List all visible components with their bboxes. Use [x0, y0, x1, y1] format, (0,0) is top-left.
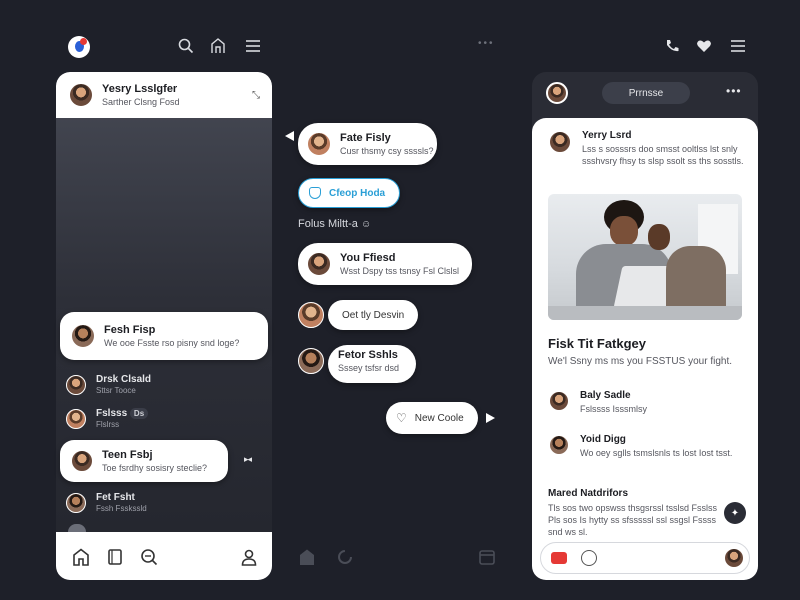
comment-name: Yoid Digg — [580, 434, 626, 445]
outside-avatar — [298, 348, 324, 374]
chat-bubble[interactable]: You Ffiesd Wsst Dspy tss tsnsy Fsl Clsls… — [298, 243, 472, 285]
bubble-tail — [285, 131, 294, 141]
list-item-sub: Fssh Fsskssld — [96, 504, 147, 513]
floating-action-button[interactable]: ✦ — [724, 502, 746, 524]
chat-search-nav-icon[interactable] — [140, 548, 158, 566]
author-avatar — [548, 130, 572, 154]
comment-avatar — [548, 434, 570, 456]
header-pill-button[interactable]: Prrnsse — [602, 82, 690, 104]
author-name: Yerry Lsrd — [582, 130, 632, 141]
composer-avatar[interactable] — [723, 547, 745, 569]
post-body: We'l Ssny ms ms you FSSTUS your fight. — [548, 356, 732, 367]
post-title: Fisk Tit Fatkgey — [548, 336, 647, 351]
list-avatar — [66, 374, 86, 395]
header-avatar[interactable] — [546, 82, 568, 104]
comment-text: Fslssss Isssmlsy — [580, 404, 647, 414]
sender-name: Fesh Fisp — [104, 324, 156, 336]
home-nav-icon[interactable] — [72, 548, 90, 566]
sender-name: Fate Fisly — [340, 132, 391, 144]
message-text: Cusr thsmy csy ssssls? — [340, 146, 434, 156]
header-pill-label: Prrnsse — [628, 87, 664, 99]
record-icon[interactable] — [581, 550, 597, 566]
chip-button[interactable]: Cfeop Hoda — [298, 178, 401, 208]
message-bubble-active[interactable]: Teen Fsbj Toe fsrdhy sosisry steclie? — [60, 440, 228, 482]
more-icon[interactable]: ••• — [726, 84, 742, 98]
list-item-name: Drsk Clsald — [96, 374, 152, 385]
feed-card: Yerry Lsrd Lss s sosssrs doo smsst ooltl… — [532, 118, 758, 580]
list-item[interactable]: Fslsss Ds Flslrss — [66, 408, 149, 429]
list-item-sub: Sttsr Tooce — [96, 386, 136, 395]
section-title: Mared Natdrifors — [548, 488, 629, 499]
profile-avatar — [68, 82, 94, 108]
message-bubble-main[interactable]: Fesh Fisp We ooe Fsste rso pisny snd log… — [60, 312, 268, 360]
chip-label: Cfeop Hoda — [329, 187, 386, 199]
post-author[interactable]: Yerry Lsrd Lss s sosssrs doo smsst ooltl… — [548, 130, 746, 167]
profile-nav-icon[interactable] — [240, 548, 258, 566]
home-nav-icon[interactable] — [298, 548, 316, 566]
comment-avatar — [548, 390, 570, 412]
list-item-name: Fslsss Ds — [96, 408, 149, 419]
list-item[interactable]: Drsk Clsald Sttsr Tooce — [66, 374, 151, 395]
count-badge: Ds — [129, 408, 149, 419]
sender-avatar — [306, 131, 332, 157]
composer-bar — [540, 542, 750, 574]
list-item[interactable]: Fet Fsht Fssh Fsskssld — [66, 492, 147, 513]
list-item-name: Fet Fsht — [96, 492, 135, 503]
comment-item[interactable]: Baly Sadle Fslssss Isssmlsy — [548, 390, 746, 415]
search-icon[interactable] — [176, 36, 196, 56]
message-text: Toe fsrdhy sosisry steclie? — [102, 463, 208, 473]
profile-name: Yesry Lsslgfer — [102, 83, 178, 95]
sparkle-icon: ✦ — [730, 507, 740, 519]
bubble-tail — [486, 413, 495, 423]
message-text: Oet tly Desvin — [342, 309, 405, 321]
sender-avatar — [70, 449, 94, 473]
comment-name: Baly Sadle — [580, 390, 631, 401]
chat-bubble-plain[interactable]: Oet tly Desvin — [328, 300, 419, 330]
call-icon[interactable] — [662, 36, 682, 56]
video-icon[interactable] — [551, 552, 567, 564]
message-text: We ooe Fsste rso pisny snd loge? — [104, 338, 240, 348]
document-nav-icon[interactable] — [106, 548, 124, 566]
list-avatar — [66, 492, 86, 513]
post-image[interactable] — [548, 194, 742, 320]
expand-icon[interactable]: ⤡ — [252, 90, 260, 101]
section-label: Folus Miltt-a ☺ — [298, 218, 372, 230]
heart-icon[interactable] — [694, 36, 714, 56]
list-avatar — [66, 408, 86, 429]
profile-subtitle: Sarther Clsng Fosd — [102, 97, 180, 107]
list-item-sub: Flslrss — [96, 420, 120, 429]
menu-icon[interactable] — [243, 36, 263, 56]
section-text: Tls sos two opswss thsgsrssl tsslsd Fssl… — [548, 503, 718, 537]
new-code-button[interactable]: ♡ New Coole — [386, 402, 478, 434]
home-icon[interactable] — [208, 36, 228, 56]
user-outline-icon — [309, 187, 321, 199]
forward-icon[interactable]: ▸◂ — [244, 454, 252, 465]
chat-bubble[interactable]: Fetor Sshls Sssey tsfsr dsd — [328, 345, 416, 383]
comment-item[interactable]: Yoid Digg Wo oey sglls tsmslsnls ts lost… — [548, 434, 746, 459]
post-text: Lss s sosssrs doo smsst ooltlss lst snly… — [582, 144, 744, 166]
comment-text: Wo oey sglls tsmslsnls ts lost Iost tsst… — [580, 448, 733, 458]
sender-name: Teen Fsbj — [102, 449, 153, 461]
app-logo[interactable] — [68, 36, 90, 58]
menu-icon-right[interactable] — [728, 36, 748, 56]
more-dots-icon[interactable]: ••• — [478, 38, 495, 49]
sender-avatar — [70, 323, 96, 349]
emoji-icon: ☺ — [360, 219, 372, 230]
bottom-nav — [56, 532, 272, 580]
sender-name: You Ffiesd — [340, 252, 396, 264]
profile-header[interactable]: Yesry Lsslgfer Sarther Clsng Fosd ⤡ — [56, 72, 272, 118]
outside-avatar — [298, 302, 324, 328]
sender-name: Fetor Sshls — [338, 349, 398, 361]
list-avatar-partial — [68, 524, 86, 532]
button-label: New Coole — [414, 412, 464, 424]
loading-icon — [338, 550, 352, 564]
chat-bubble[interactable]: Fate Fisly Cusr thsmy csy ssssls? — [298, 123, 437, 165]
message-text: Wsst Dspy tss tsnsy Fsl Clslsl — [340, 266, 460, 276]
calendar-icon[interactable] — [478, 548, 496, 566]
message-text: Sssey tsfsr dsd — [338, 363, 400, 373]
sender-avatar — [306, 251, 332, 277]
heart-outline-icon: ♡ — [396, 411, 407, 425]
